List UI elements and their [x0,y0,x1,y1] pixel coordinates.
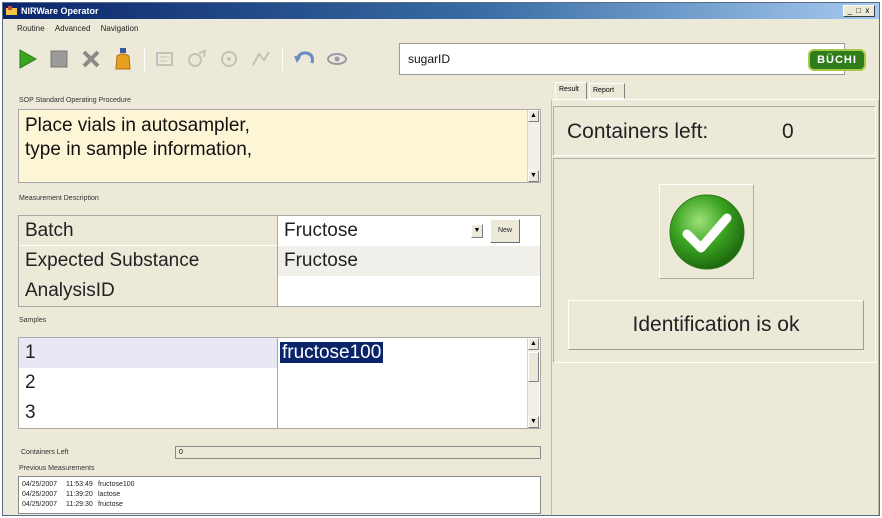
measurement-time: 11:39:20 [66,491,93,498]
cancel-button[interactable] [77,45,105,73]
sample-id-field[interactable]: sugarID [399,43,845,75]
disabled-tool-icon [252,51,270,66]
sample-id-cell[interactable] [277,368,527,398]
analysis-input[interactable] [277,276,540,306]
disabled-tool-icon [221,51,237,67]
sample-row[interactable]: 3 [19,398,540,428]
bottle-icon [115,48,131,70]
menu-navigation[interactable]: Navigation [101,24,139,33]
sample-bottle-button[interactable] [109,45,137,73]
sample-number: 2 [19,368,277,398]
measurement-time: 11:29:30 [66,501,93,508]
chevron-down-icon[interactable]: ▼ [471,224,483,238]
view-button[interactable] [323,45,351,73]
app-window: NIRWare Operator _ □ x Routine Advanced … [2,2,880,516]
containers-left-display: Containers left: 0 [553,106,876,156]
measurement-date: 04/25/2007 [22,491,58,498]
substance-label: Expected Substance [19,246,277,276]
measurement-date: 04/25/2007 [22,481,58,488]
title-bar: NIRWare Operator _ □ x [3,3,879,19]
substance-row: Expected Substance Fructose [19,246,540,276]
identification-status-button[interactable]: Identification is ok [568,300,864,350]
analysis-row: AnalysisID [19,276,540,306]
tool-button-disabled-1[interactable] [151,45,179,73]
window-title: NIRWare Operator [21,6,99,16]
stop-button[interactable] [45,45,73,73]
status-indicator [659,184,754,279]
run-icon [19,49,38,69]
undo-button[interactable] [291,45,319,73]
analysis-label: AnalysisID [19,276,277,306]
substance-value: Fructose [277,246,540,276]
eye-icon [327,53,347,65]
measurement-group-label: Measurement Description [19,195,99,202]
batch-row: Batch Fructose ▼ New [19,216,540,246]
scroll-thumb[interactable] [528,352,539,382]
buchi-logo: BÜCHI [808,49,866,71]
sample-id-selected: fructose100 [280,342,384,363]
sample-id-cell[interactable] [277,398,527,428]
new-batch-button[interactable]: New [490,219,520,243]
previous-measurements-label: Previous Measurements [19,465,95,472]
samples-group-label: Samples [19,317,47,324]
sop-scrollbar[interactable]: ▲ ▼ [527,110,539,182]
containers-left-heading: Containers left: [567,120,709,143]
measurement-name: fructose [98,501,123,508]
tab-result[interactable]: Result [555,82,587,100]
containers-left-count: 0 [782,120,794,143]
previous-measurements-list[interactable]: 04/25/2007 11:53:49 fructose100 04/25/2007… [18,476,541,514]
list-item[interactable]: 04/25/2007 11:39:20 lactose [22,490,540,500]
scroll-down-icon[interactable]: ▼ [528,170,539,182]
menu-routine[interactable]: Routine [17,24,45,33]
measurement-grid: Batch Fructose ▼ New Expected Substance … [18,215,541,307]
list-item[interactable]: 04/25/2007 11:53:49 fructose100 [22,480,540,490]
scroll-down-icon[interactable]: ▼ [528,416,539,428]
disabled-tool-icon [156,52,173,66]
samples-scrollbar[interactable]: ▲ ▼ [527,338,539,428]
sample-row[interactable]: 2 [19,368,540,398]
sample-number: 3 [19,398,277,428]
scroll-up-icon[interactable]: ▲ [528,338,539,350]
measurement-name: lactose [98,491,121,498]
scroll-up-icon[interactable]: ▲ [528,110,539,122]
checkmark-ok-icon [669,194,744,269]
list-item[interactable]: 04/25/2007 11:29:30 fructose [22,500,540,510]
sop-line-2: type in sample information, [25,139,253,160]
toolbar: sugarID BÜCHI [3,39,879,83]
tool-button-disabled-4[interactable] [247,45,275,73]
measurement-name: fructose100 [98,481,135,488]
tool-button-disabled-3[interactable] [215,45,243,73]
sop-textbox[interactable]: Place vials in autosampler, type in samp… [18,109,541,183]
tool-button-disabled-2[interactable] [183,45,211,73]
containers-left-label: Containers Left [21,449,69,456]
sop-line-1: Place vials in autosampler, [25,115,250,136]
sop-group-label: SOP Standard Operating Procedure [19,97,131,104]
containers-left-progress: 0 [175,446,541,459]
disabled-tool-icon [188,49,207,67]
toolbar-separator [144,47,145,71]
sample-row[interactable]: 1 fructose100 [19,338,540,368]
sample-number: 1 [19,338,277,368]
measurement-time: 11:53:49 [66,481,93,488]
batch-label: Batch [19,216,277,246]
toolbar-separator [282,47,283,71]
menu-advanced[interactable]: Advanced [55,24,91,33]
tab-report[interactable]: Report [589,83,625,99]
undo-arrow-icon [294,51,314,64]
cancel-icon [82,50,100,68]
app-logo-icon [6,6,17,15]
sample-id-cell[interactable]: fructose100 [277,338,527,368]
run-button[interactable] [13,45,41,73]
window-controls[interactable]: _ □ x [843,5,875,17]
batch-select[interactable]: Fructose [277,216,467,246]
samples-grid: 1 fructose100 2 3 ▲ ▼ [18,337,541,429]
measurement-date: 04/25/2007 [22,501,58,508]
stop-icon [50,50,68,68]
menu-bar: Routine Advanced Navigation [3,20,879,38]
